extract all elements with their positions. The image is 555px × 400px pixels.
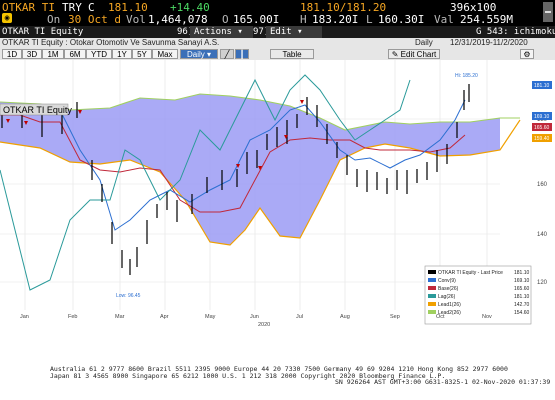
y-tick: 140 (537, 232, 548, 238)
on-label: On (47, 13, 61, 26)
x-tick: Sep (390, 314, 400, 320)
x-tick: Jun (250, 314, 259, 320)
legend-name: Lag(26) (438, 294, 456, 300)
minimize-icon[interactable] (543, 2, 553, 22)
footer: Australia 61 2 9777 8600 Brazil 5511 239… (0, 332, 555, 400)
x-tick: Apr (160, 314, 169, 320)
x-tick: Aug (340, 314, 350, 320)
legend-value: 181.10 (514, 294, 530, 300)
range-3d-button[interactable]: 3D (22, 49, 42, 59)
vol-label: Vol (126, 13, 146, 26)
range-1y-button[interactable]: 1Y (112, 49, 132, 59)
range-ytd-button[interactable]: YTD (86, 49, 112, 59)
high-price: 183.20I (312, 13, 359, 26)
range-5y-button[interactable]: 5Y (132, 49, 152, 59)
edit-chart-label: Edit Chart (400, 50, 437, 59)
y-axis: 180 160 160 140 120 100 (537, 117, 548, 286)
settings-icon[interactable]: ⚙ (520, 49, 534, 59)
legend-value: 181.10 (514, 270, 530, 276)
x-axis: Jan Feb Mar Apr May Jun Jul Aug Sep Oct … (20, 314, 492, 328)
low-label: Low: 96.45 (116, 293, 141, 299)
tag-lead: 159.40 (534, 136, 550, 142)
range-6m-button[interactable]: 6M (64, 49, 86, 59)
x-tick: Jan (20, 314, 29, 320)
actions-menu[interactable]: Actions ▾ (190, 26, 253, 38)
actions-label: Actions (194, 27, 232, 37)
footer-line-3: SN 926264 AST GMT+3:00 G631-8325-1 02-No… (335, 378, 551, 386)
hi-label: Hi: 185.20 (455, 73, 478, 79)
chart-title: OTKAR TI Equity (3, 105, 72, 115)
range-max-button[interactable]: Max (152, 49, 178, 59)
chart-area[interactable]: OTKAR TI Equity Hi: 185.20 Low: 96.45 18… (0, 60, 555, 332)
x-tick: Oct (436, 314, 445, 320)
y-tick: 120 (537, 280, 548, 286)
year-label: 2020 (258, 322, 270, 328)
legend-value: 169.10 (514, 278, 530, 284)
open-price: 165.00I (233, 13, 280, 26)
volume: 1,464,078 (148, 13, 208, 26)
tag-last: 181.10 (534, 83, 550, 89)
bar-chart-icon[interactable]: ┃ (235, 49, 249, 59)
toolbar: 1D 3D 1M 6M YTD 1Y 5Y Max Daily ▾ ╱ ┃ Ta… (0, 48, 555, 60)
tag-base: 165.60 (534, 125, 550, 131)
period-label: Daily (415, 38, 433, 47)
security-name[interactable]: OTKAR TI Equity (2, 26, 83, 38)
edit-label: Edit (270, 27, 292, 37)
low-label: L (366, 13, 373, 26)
low-price: 160.30I (378, 13, 425, 26)
legend-name: Conv(9) (438, 278, 456, 284)
x-tick: May (205, 314, 216, 320)
legend-value: 142.70 (514, 302, 530, 308)
legend-name: Base(26) (438, 286, 459, 292)
legend-name: Lead1(26) (438, 302, 461, 308)
date-range[interactable]: 12/31/2019-11/2/2020 (450, 38, 528, 48)
quote-date: 30 Oct d (68, 13, 121, 26)
legend-value: 154.60 (514, 310, 530, 316)
traded-value: 254.559M (460, 13, 513, 26)
open-label: O (222, 13, 229, 26)
ichimoku-chart[interactable]: OTKAR TI Equity Hi: 185.20 Low: 96.45 18… (0, 60, 555, 332)
x-tick: Jul (296, 314, 303, 320)
x-tick: Nov (482, 314, 492, 320)
alert-icon[interactable]: ◉ (2, 13, 12, 23)
high-label: H (300, 13, 307, 26)
range-1m-button[interactable]: 1M (42, 49, 64, 59)
tag-conv: 169.10 (534, 114, 550, 120)
chart-security-title: OTKAR TI Equity : Otokar Otomotiv Ve Sav… (2, 38, 220, 47)
table-button[interactable]: Table (270, 49, 314, 59)
edit-chart-button[interactable]: ✎ Edit Chart (388, 49, 440, 59)
quote-bar: OTKAR TI TRY C 181.10 +14.40 181.10/181.… (0, 0, 555, 26)
val-label: Val (434, 13, 454, 26)
legend-name: OTKAR TI Equity - Last Price (438, 270, 503, 276)
line-chart-icon[interactable]: ╱ (220, 49, 234, 59)
period-select[interactable]: Daily ▾ (180, 49, 218, 59)
menu-bar: OTKAR TI Equity 96) Actions ▾ 97) Edit ▾… (0, 26, 555, 38)
range-1d-button[interactable]: 1D (2, 49, 22, 59)
title-bar: OTKAR TI Equity : Otokar Otomotiv Ve Sav… (0, 38, 555, 48)
edit-menu[interactable]: Edit ▾ (266, 26, 322, 38)
period-select-value: Daily (186, 50, 205, 59)
x-tick: Feb (68, 314, 77, 320)
page-id: G 543: ichimoku (476, 27, 555, 37)
x-tick: Mar (115, 314, 125, 320)
price-tags: 181.10 169.10 165.60 159.40 (532, 81, 552, 142)
legend-value: 165.60 (514, 286, 530, 292)
